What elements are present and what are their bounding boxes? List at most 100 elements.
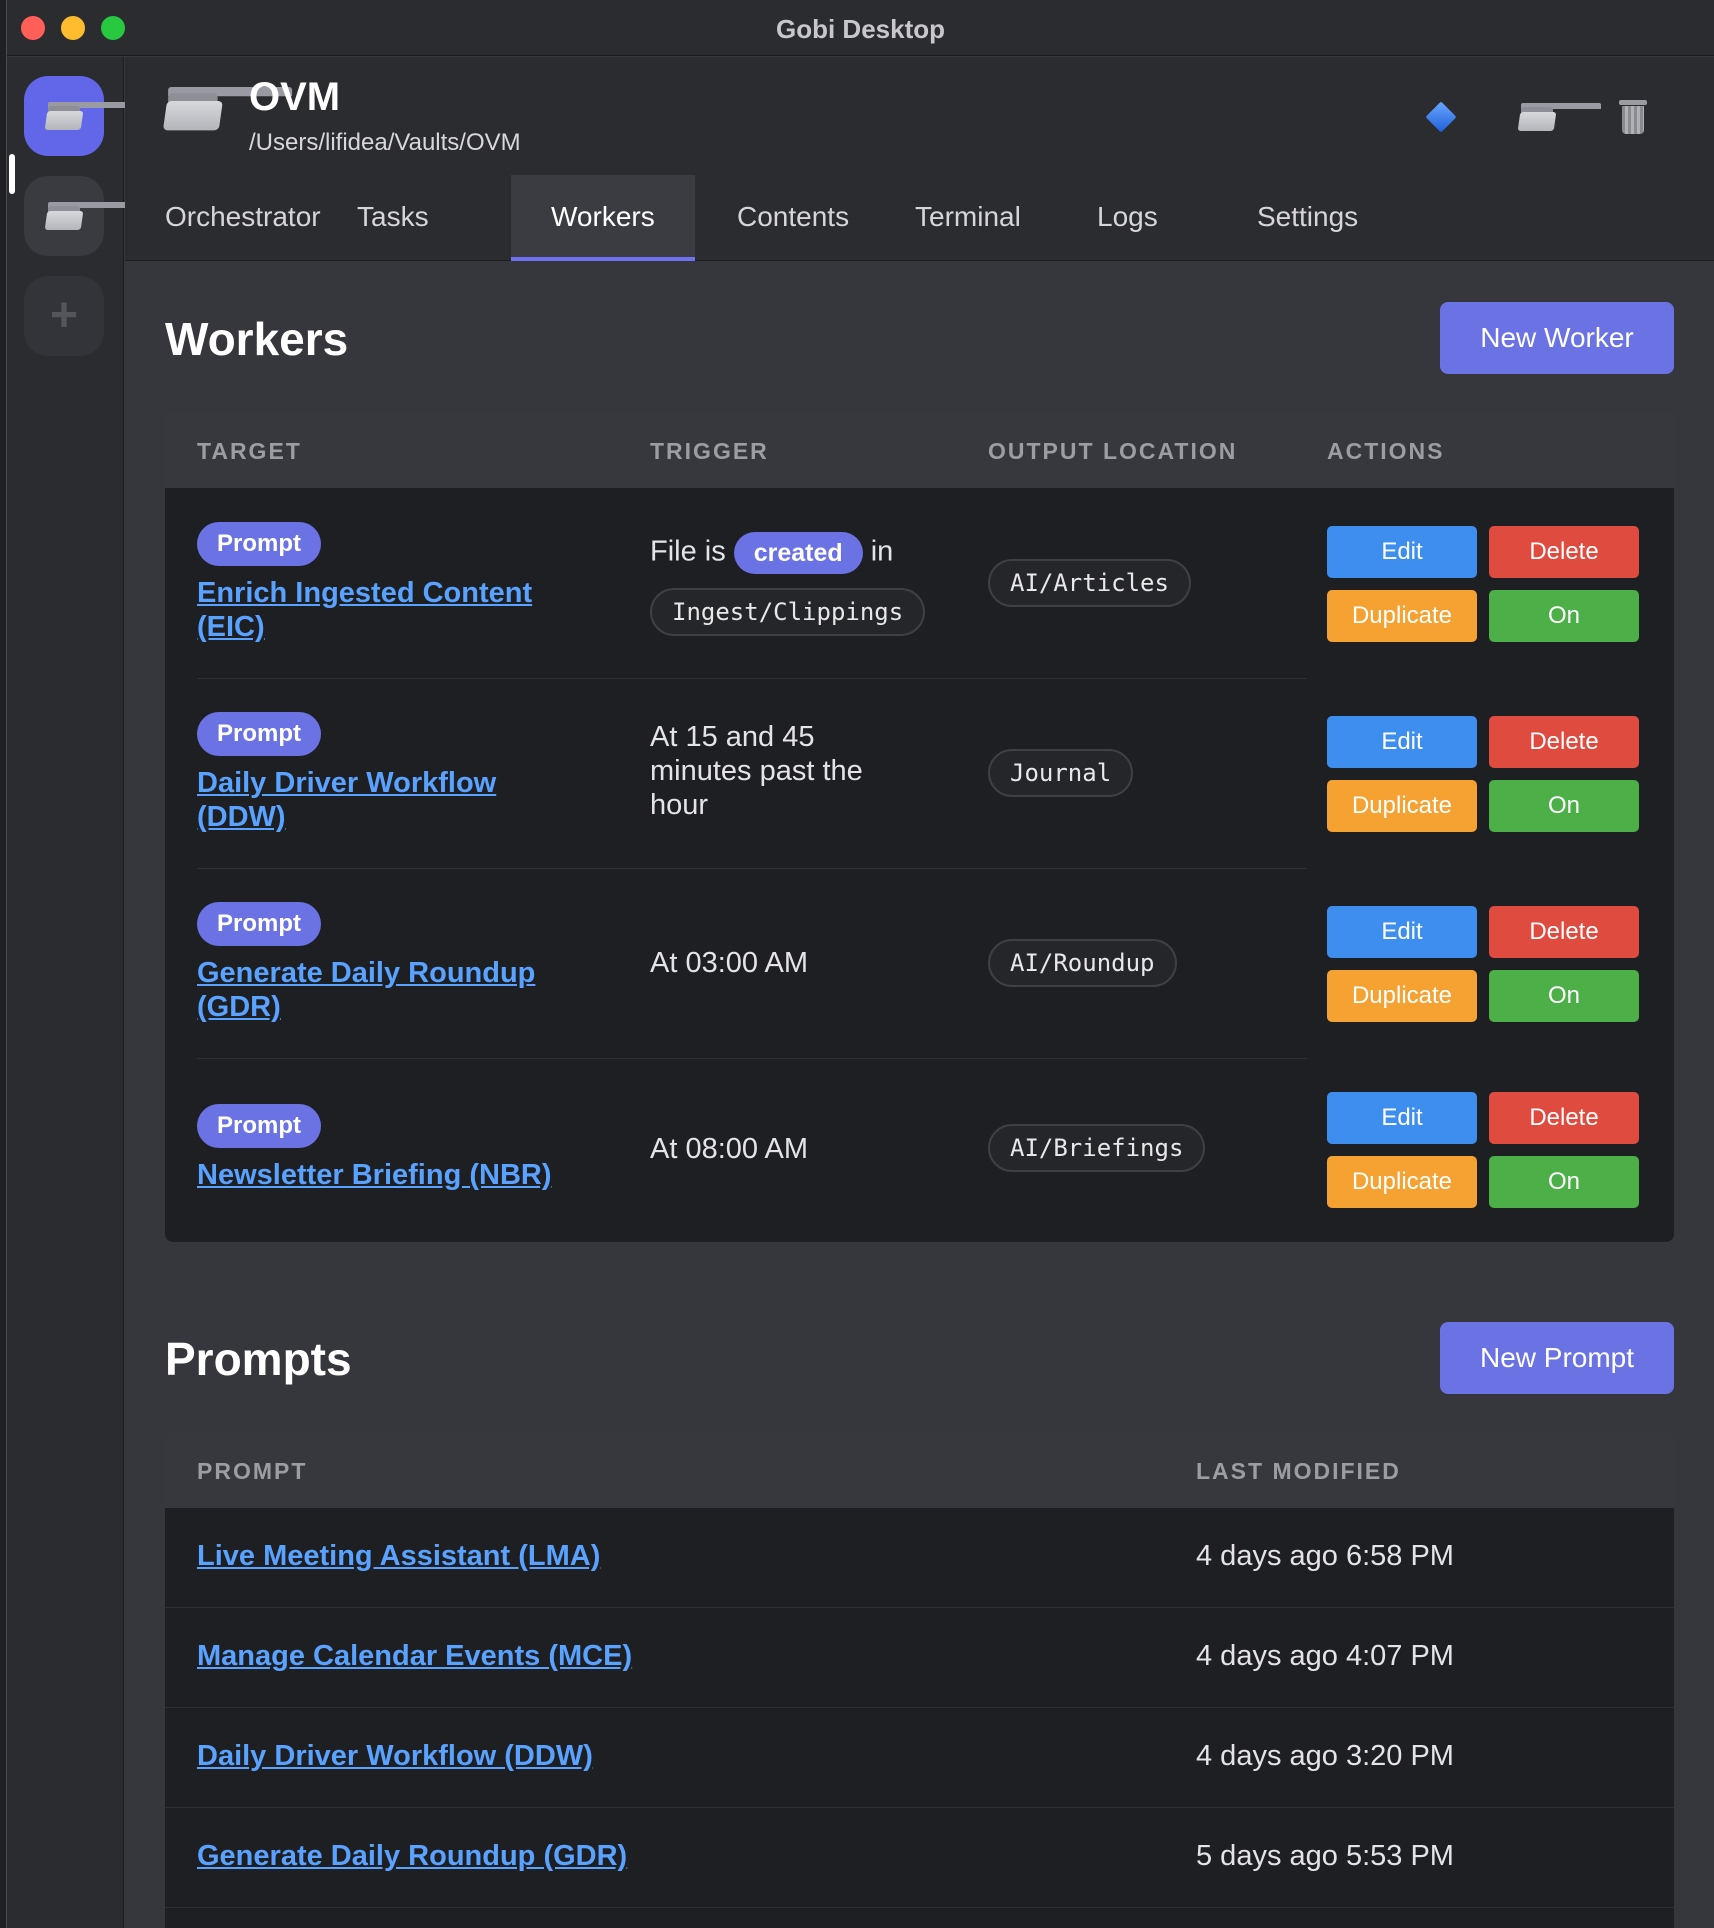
add-vault-button[interactable]: + [24, 276, 104, 356]
column-actions: ACTIONS [1327, 438, 1445, 464]
new-worker-button[interactable]: New Worker [1440, 302, 1674, 374]
worker-target-link[interactable]: Newsletter Briefing (NBR) [197, 1158, 552, 1192]
tab-tasks[interactable]: Tasks [317, 175, 469, 261]
app-window: Gobi Desktop + OVM /Users/lifidea/Vaults… [6, 0, 1714, 1928]
toggle-on-button[interactable]: On [1489, 590, 1639, 642]
prompt-row: Daily Driver Workflow (DDW) 4 days ago 3… [165, 1708, 1674, 1808]
prompt-last-modified: 4 days ago 6:58 PM [1196, 1540, 1454, 1572]
toggle-on-button[interactable]: On [1489, 1156, 1639, 1208]
prompt-last-modified: 4 days ago 3:20 PM [1196, 1740, 1454, 1772]
prompt-last-modified: 4 days ago 4:07 PM [1196, 1640, 1454, 1672]
output-location: AI/Articles [988, 559, 1191, 607]
prompt-link[interactable]: Manage Calendar Events (MCE) [197, 1640, 632, 1673]
workers-table: Prompt Enrich Ingested Content (EIC) Fil… [165, 488, 1674, 1242]
worker-target-line: Daily Driver Workflow [197, 767, 497, 799]
target-type-badge: Prompt [197, 902, 321, 946]
column-prompt: PROMPT [197, 1458, 308, 1484]
prompts-title: Prompts [165, 1333, 352, 1385]
trigger-folder: Ingest/Clippings [650, 588, 926, 636]
tab-logs[interactable]: Logs [1057, 175, 1198, 261]
worker-trigger: At 03:00 AM [650, 947, 808, 979]
title-bar: Gobi Desktop [7, 0, 1714, 56]
vault-name: OVM [249, 75, 341, 119]
trigger-event-badge: created [733, 532, 863, 574]
trigger-prefix: File is [650, 535, 726, 568]
workers-title: Workers [165, 313, 349, 365]
edit-button[interactable]: Edit [1327, 1092, 1477, 1144]
duplicate-button[interactable]: Duplicate [1327, 590, 1477, 642]
worker-row: Prompt Enrich Ingested Content (EIC) Fil… [165, 488, 1674, 678]
output-location: AI/Briefings [988, 1124, 1206, 1172]
tab-terminal[interactable]: Terminal [875, 175, 1061, 261]
prompt-row: Live Meeting Assistant (LMA) 4 days ago … [165, 1508, 1674, 1608]
workers-table-header: TARGET TRIGGER OUTPUT LOCATION ACTIONS [165, 412, 1674, 488]
target-type-badge: Prompt [197, 1104, 321, 1148]
worker-row: Prompt Newsletter Briefing (NBR) At 08:0… [165, 1058, 1674, 1242]
worker-trigger: File is created in [650, 532, 893, 574]
vault-header: OVM /Users/lifidea/Vaults/OVM [125, 57, 1714, 175]
worker-target-line: Enrich Ingested Content [197, 577, 533, 609]
delete-button[interactable]: Delete [1489, 526, 1639, 578]
vault-rail: + [7, 57, 128, 1928]
trigger-line: minutes past the [650, 755, 863, 787]
toggle-on-button[interactable]: On [1489, 970, 1639, 1022]
prompt-link[interactable]: Daily Driver Workflow (DDW) [197, 1740, 593, 1773]
obsidian-button[interactable] [1421, 97, 1461, 137]
folder-icon [1517, 103, 1601, 131]
worker-target-link[interactable]: Enrich Ingested Content (EIC) [197, 576, 532, 644]
toggle-on-button[interactable]: On [1489, 780, 1639, 832]
vault-button-2[interactable] [24, 176, 128, 256]
main-content: Workers New Worker TARGET TRIGGER OUTPUT… [125, 262, 1714, 1928]
worker-row: Prompt Daily Driver Workflow (DDW) At 15… [165, 678, 1674, 868]
tab-workers[interactable]: Workers [511, 175, 695, 261]
new-prompt-button[interactable]: New Prompt [1440, 1322, 1674, 1394]
trigger-line: At 15 and 45 [650, 721, 815, 753]
duplicate-button[interactable]: Duplicate [1327, 970, 1477, 1022]
remove-vault-button[interactable] [1613, 97, 1653, 137]
prompts-table: Live Meeting Assistant (LMA) 4 days ago … [165, 1508, 1674, 1928]
prompt-row: Manage Calendar Events (MCE) 4 days ago … [165, 1608, 1674, 1708]
column-output-location: OUTPUT LOCATION [988, 438, 1238, 464]
prompt-link[interactable]: Live Meeting Assistant (LMA) [197, 1540, 600, 1573]
diamond-icon [1425, 101, 1457, 133]
edit-button[interactable]: Edit [1327, 716, 1477, 768]
trash-icon [1619, 100, 1647, 134]
delete-button[interactable]: Delete [1489, 716, 1639, 768]
prompt-last-modified: 5 days ago 5:53 PM [1196, 1840, 1454, 1872]
vault-button-ovm[interactable] [24, 76, 128, 156]
window-title: Gobi Desktop [775, 14, 945, 44]
duplicate-button[interactable]: Duplicate [1327, 1156, 1477, 1208]
worker-target-line: Generate Daily Roundup [197, 957, 536, 989]
worker-target-link[interactable]: Daily Driver Workflow (DDW) [197, 766, 496, 834]
prompts-table-header: PROMPT LAST MODIFIED [165, 1432, 1674, 1508]
tab-contents[interactable]: Contents [697, 175, 889, 261]
target-type-badge: Prompt [197, 522, 321, 566]
prompt-row: Generate Daily Roundup (GDR) 5 days ago … [165, 1808, 1674, 1908]
duplicate-button[interactable]: Duplicate [1327, 780, 1477, 832]
column-last-modified: LAST MODIFIED [1196, 1458, 1401, 1484]
delete-button[interactable]: Delete [1489, 1092, 1639, 1144]
worker-trigger: At 08:00 AM [650, 1133, 808, 1165]
tab-settings[interactable]: Settings [1217, 175, 1398, 261]
folder-icon [44, 102, 128, 130]
trigger-suffix: in [870, 535, 894, 568]
vault-folder-icon [162, 87, 293, 131]
worker-target-line: (EIC) [197, 611, 265, 643]
open-folder-button[interactable] [1517, 97, 1601, 137]
edit-button[interactable]: Edit [1327, 526, 1477, 578]
delete-button[interactable]: Delete [1489, 906, 1639, 958]
output-location: Journal [988, 749, 1134, 797]
worker-target-line: (GDR) [197, 991, 281, 1023]
column-target: TARGET [197, 438, 302, 464]
worker-row: Prompt Generate Daily Roundup (GDR) At 0… [165, 868, 1674, 1058]
prompt-link[interactable]: Generate Daily Roundup (GDR) [197, 1840, 627, 1873]
worker-target-link[interactable]: Generate Daily Roundup (GDR) [197, 956, 535, 1024]
column-trigger: TRIGGER [650, 438, 769, 464]
tab-bar: Orchestrator Tasks Workers Contents Term… [125, 175, 1714, 261]
plus-icon: + [49, 289, 79, 342]
vault-path: /Users/lifidea/Vaults/OVM [249, 129, 521, 156]
target-type-badge: Prompt [197, 712, 321, 756]
worker-trigger: At 15 and 45 minutes past the hour [650, 720, 863, 822]
trigger-line: hour [650, 789, 709, 821]
edit-button[interactable]: Edit [1327, 906, 1477, 958]
